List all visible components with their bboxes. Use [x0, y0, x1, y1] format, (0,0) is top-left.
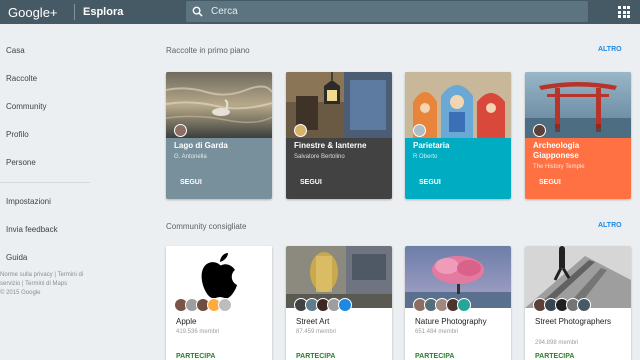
follow-button[interactable]: SEGUI: [180, 179, 202, 186]
collection-owner-avatar[interactable]: [294, 124, 307, 137]
community-card-apple[interactable]: Apple 419.536 membri PARTECIPA: [166, 246, 272, 360]
community-member-count: 294.898 membri: [535, 340, 579, 346]
follow-button[interactable]: SEGUI: [300, 179, 322, 186]
top-bar: Google+ Esplora: [0, 0, 640, 24]
header-divider: [74, 4, 75, 20]
collection-owner[interactable]: Salvatore Bertolino: [294, 154, 345, 160]
collection-card-archeologia-giapponese[interactable]: Archeologia Giapponese The History Templ…: [525, 72, 631, 199]
apps-grid-icon[interactable]: [618, 6, 630, 18]
community-member-avatars: [294, 298, 352, 312]
collection-card-finestre-lanterne[interactable]: Finestre & lanterne Salvatore Bertolino …: [286, 72, 392, 199]
search-bar[interactable]: [186, 1, 588, 22]
featured-collections-title: Raccolte in primo piano: [166, 46, 250, 55]
collection-owner-avatar[interactable]: [413, 124, 426, 137]
search-icon[interactable]: [192, 6, 203, 17]
sidebar-item-persone[interactable]: Persone: [6, 158, 36, 167]
footer-copyright: © 2015 Google: [0, 290, 41, 296]
community-name[interactable]: Apple: [176, 316, 268, 327]
collection-title[interactable]: Archeologia Giapponese: [533, 141, 627, 161]
join-button[interactable]: PARTECIPA: [535, 353, 574, 360]
community-card-street-photographers[interactable]: Street Photographers 294.898 membri PART…: [525, 246, 631, 360]
google-plus-logo[interactable]: Google+: [0, 5, 68, 20]
community-card-nature-photography[interactable]: Nature Photography 651.484 membri PARTEC…: [405, 246, 511, 360]
collection-owner-avatar[interactable]: [174, 124, 187, 137]
follow-button[interactable]: SEGUI: [419, 179, 441, 186]
community-name[interactable]: Nature Photography: [415, 316, 507, 327]
sidebar-item-impostazioni[interactable]: Impostazioni: [6, 197, 51, 206]
join-button[interactable]: PARTECIPA: [415, 353, 454, 360]
sidebar-item-community[interactable]: Community: [6, 102, 46, 111]
collection-title[interactable]: Parietaria: [413, 141, 507, 151]
sidebar-footer: Norme sulla privacy | Termini di servizi…: [0, 271, 92, 298]
join-button[interactable]: PARTECIPA: [176, 353, 215, 360]
collection-owner[interactable]: The History Temple: [533, 164, 585, 170]
sidebar-divider: [0, 182, 90, 183]
featured-more-link[interactable]: ALTRO: [598, 46, 622, 53]
sidebar-item-casa[interactable]: Casa: [6, 46, 25, 55]
collection-owner-avatar[interactable]: [533, 124, 546, 137]
community-member-count: 651.484 membri: [415, 329, 459, 335]
collection-title[interactable]: Finestre & lanterne: [294, 141, 388, 151]
recommended-communities-title: Community consigliate: [166, 222, 247, 231]
collection-card-lago-di-garda[interactable]: Lago di Garda G. Antonella SEGUI: [166, 72, 272, 199]
join-button[interactable]: PARTECIPA: [296, 353, 335, 360]
community-member-avatars: [413, 298, 471, 312]
sidebar-item-raccolte[interactable]: Raccolte: [6, 74, 37, 83]
collection-card-parietaria[interactable]: Parietaria R Oberto SEGUI: [405, 72, 511, 199]
sidebar-item-invia-feedback[interactable]: Invia feedback: [6, 225, 58, 234]
sidebar-item-profilo[interactable]: Profilo: [6, 130, 29, 139]
community-name[interactable]: Street Photographers: [535, 316, 627, 327]
collection-owner[interactable]: G. Antonella: [174, 154, 207, 160]
footer-links-2[interactable]: servizio | Termini di Maps: [0, 280, 92, 289]
collection-owner[interactable]: R Oberto: [413, 154, 437, 160]
follow-button[interactable]: SEGUI: [539, 179, 561, 186]
community-member-count: 87.459 membri: [296, 329, 337, 335]
communities-more-link[interactable]: ALTRO: [598, 222, 622, 229]
community-member-count: 419.536 membri: [176, 329, 220, 335]
community-name[interactable]: Street Art: [296, 316, 388, 327]
search-input[interactable]: [211, 6, 571, 17]
community-card-street-art[interactable]: Street Art 87.459 membri PARTECIPA: [286, 246, 392, 360]
page-title: Esplora: [83, 6, 124, 18]
community-member-avatars: [174, 298, 232, 312]
sidebar-item-guida[interactable]: Guida: [6, 253, 27, 262]
collection-title[interactable]: Lago di Garda: [174, 141, 268, 151]
footer-links-1[interactable]: Norme sulla privacy | Termini di: [0, 271, 92, 280]
sidebar: Casa Raccolte Community Profilo Persone …: [0, 24, 96, 360]
community-member-avatars: [533, 298, 591, 312]
